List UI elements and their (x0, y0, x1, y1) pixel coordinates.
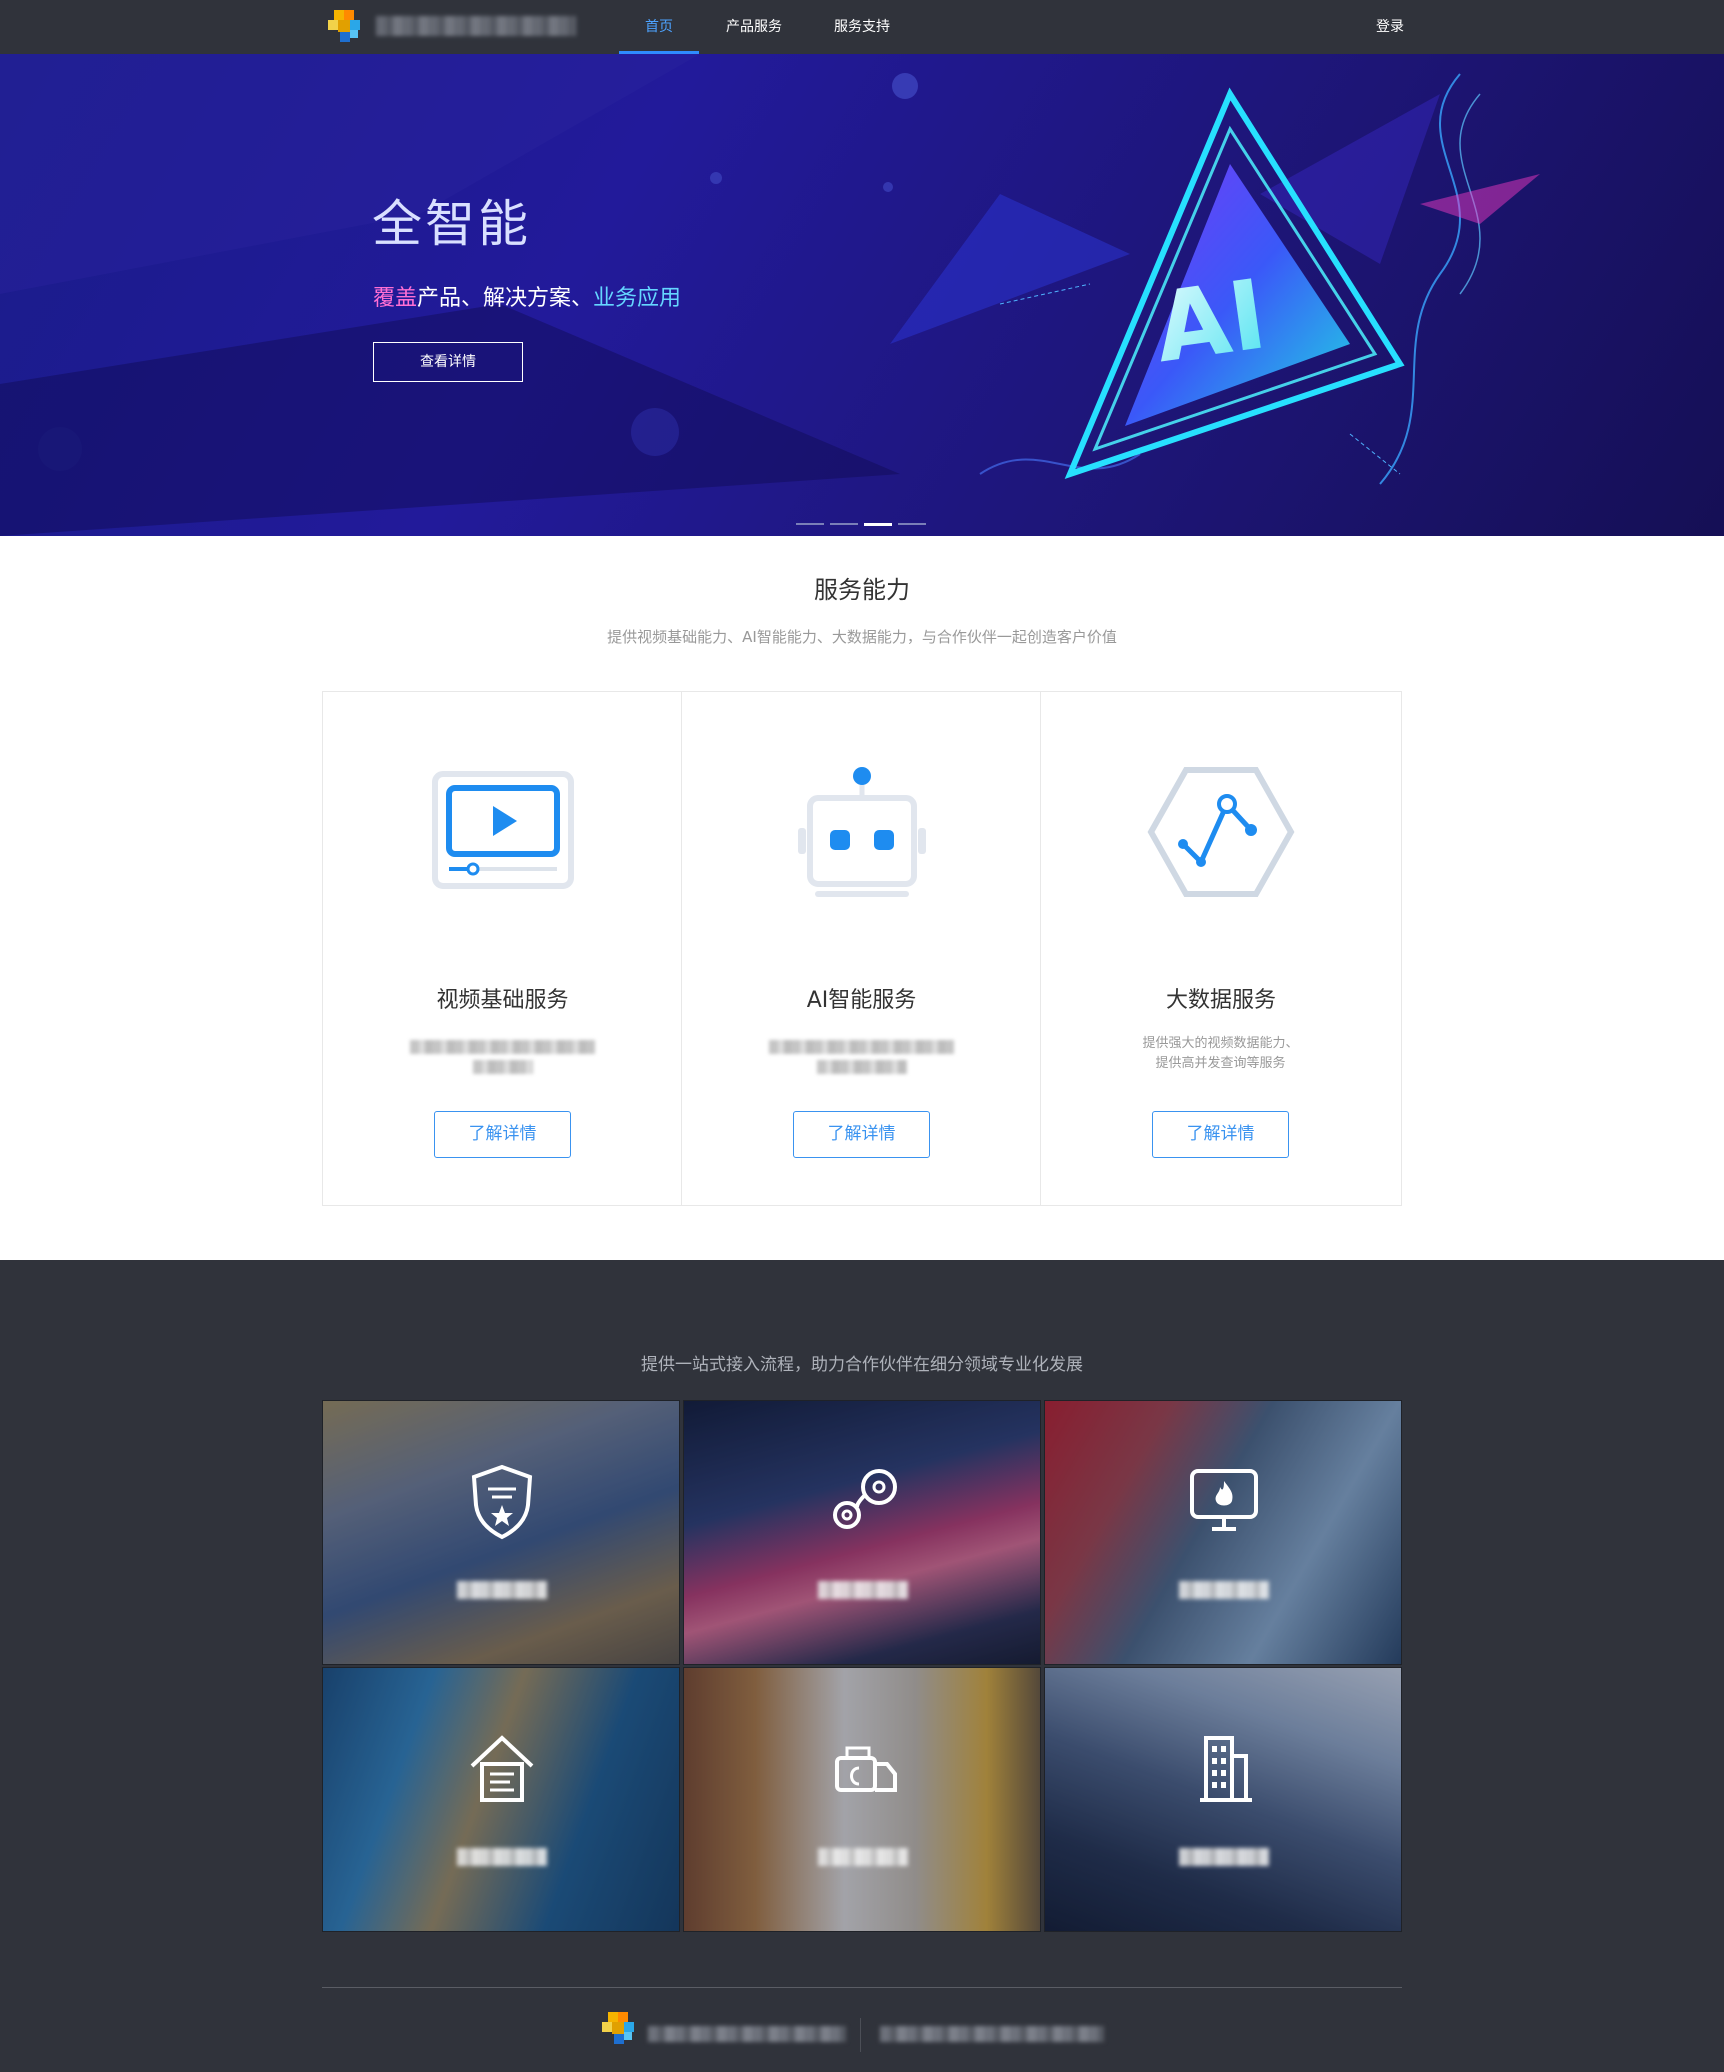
building-icon (1200, 1736, 1252, 1802)
hero-subtitle-highlight-2: 业务应用 (593, 286, 682, 311)
hero-subtitle: 覆盖产品、解决方案、业务应用 (373, 280, 681, 312)
footer-logo-icon (602, 2012, 634, 2044)
service-card-desc-line: 提供高并发查询等服务 (1155, 1056, 1286, 1071)
carousel-dot-4[interactable] (898, 523, 926, 525)
tile-label (1179, 1581, 1269, 1599)
solutions-description: 提供一站式接入流程，助力合作伙伴在细分领域专业化发展 (641, 1355, 1083, 1375)
service-card-title: 大数据服务 (1165, 988, 1276, 1013)
ai-art-text: AI (1148, 258, 1273, 384)
service-cards: 视频基础服务 了解详情 AI智能服务 了解详情 大数据服务 提供强大的视频数据能… (322, 691, 1402, 1206)
brand-logo-icon[interactable] (326, 8, 366, 48)
footer-info-text (880, 2026, 1104, 2042)
service-card-description (732, 1034, 991, 1074)
blurred-text-line (816, 1060, 907, 1074)
footer-divider (322, 1987, 1402, 1988)
nav-item-home[interactable]: 首页 (619, 0, 699, 54)
hero-title: 全智能 (372, 195, 531, 253)
brand-name-text (376, 16, 576, 36)
logistics-truck-icon (835, 1746, 897, 1792)
solution-tile-home[interactable] (322, 1667, 680, 1932)
services-section-title: 服务能力 (814, 576, 910, 604)
learn-more-button[interactable]: 了解详情 (1152, 1111, 1289, 1158)
learn-more-button[interactable]: 了解详情 (793, 1111, 930, 1158)
footer-brand-text (648, 2026, 846, 2042)
nav-item-support[interactable]: 服务支持 (822, 0, 902, 54)
solution-tile-logistics[interactable] (683, 1667, 1041, 1932)
fire-monitor-icon (1190, 1469, 1258, 1531)
service-card-description (373, 1034, 632, 1074)
service-card-desc-line: 提供强大的视频数据能力、 (1142, 1036, 1299, 1051)
top-navigation-bar: 首页 产品服务 服务支持 登录 (0, 0, 1724, 54)
tile-label (818, 1848, 908, 1866)
service-card-description: 提供强大的视频数据能力、 提供高并发查询等服务 (1091, 1034, 1350, 1074)
home-security-icon (470, 1735, 534, 1802)
nav-item-products[interactable]: 产品服务 (714, 0, 794, 54)
carousel-dot-1[interactable] (796, 523, 824, 525)
carousel-dot-2[interactable] (830, 523, 858, 525)
service-card-video: 视频基础服务 了解详情 (323, 692, 682, 1205)
service-card-bigdata: 大数据服务 提供强大的视频数据能力、 提供高并发查询等服务 了解详情 (1041, 692, 1401, 1205)
hero-banner: 全智能 覆盖产品、解决方案、业务应用 查看详情 AI (0, 54, 1724, 536)
solution-tile-fire[interactable] (1044, 1400, 1402, 1665)
tile-label (818, 1581, 908, 1599)
blurred-text-line (769, 1040, 954, 1054)
police-shield-icon (471, 1464, 533, 1540)
learn-more-button[interactable]: 了解详情 (434, 1111, 571, 1158)
blurred-text-line (410, 1040, 595, 1054)
service-card-ai: AI智能服务 了解详情 (682, 692, 1041, 1205)
carousel-dot-3-active[interactable] (864, 523, 892, 526)
hero-subtitle-text: 产品、解决方案、 (417, 286, 594, 311)
blurred-text-line (472, 1060, 533, 1074)
service-card-title: AI智能服务 (806, 988, 917, 1013)
video-player-icon (432, 771, 574, 889)
tile-label (1179, 1848, 1269, 1866)
carousel-indicators (796, 523, 928, 527)
login-link[interactable]: 登录 (1360, 0, 1420, 54)
footer-separator (860, 2018, 861, 2052)
traffic-link-icon (833, 1469, 897, 1529)
hero-details-button[interactable]: 查看详情 (373, 342, 523, 382)
services-section-description: 提供视频基础能力、AI智能能力、大数据能力，与合作伙伴一起创造客户价值 (607, 628, 1117, 646)
solution-tile-traffic[interactable] (683, 1400, 1041, 1665)
service-card-title: 视频基础服务 (436, 988, 569, 1013)
robot-icon (798, 767, 926, 897)
solution-tile-building[interactable] (1044, 1667, 1402, 1932)
tile-label (457, 1581, 547, 1599)
solutions-grid (322, 1400, 1402, 1934)
ai-triangle-illustration: AI (890, 73, 1540, 485)
solutions-section: 提供一站式接入流程，助力合作伙伴在细分领域专业化发展 (0, 1260, 1724, 2072)
solution-tile-police[interactable] (322, 1400, 680, 1665)
hero-subtitle-highlight: 覆盖 (373, 286, 418, 311)
chart-hexagon-icon (1147, 767, 1295, 897)
tile-label (457, 1848, 547, 1866)
